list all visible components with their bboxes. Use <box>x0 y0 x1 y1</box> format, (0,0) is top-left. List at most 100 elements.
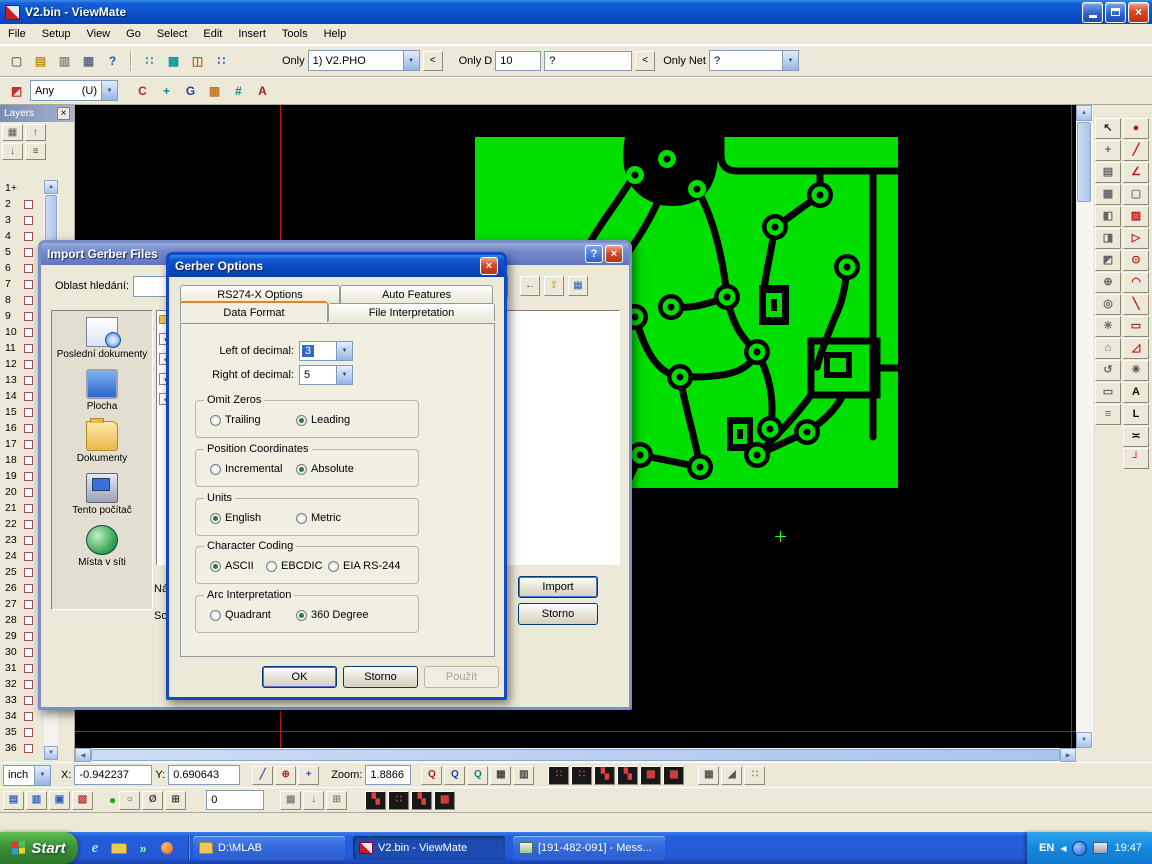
help-button[interactable]: ? <box>585 245 603 263</box>
start-button[interactable]: Start <box>0 832 78 864</box>
canvas-vscrollbar[interactable]: ▲ ▼ <box>1076 105 1092 748</box>
place-item[interactable]: Dokumenty <box>55 421 149 464</box>
y-coordinate-field[interactable]: 0.690643 <box>168 765 240 785</box>
import-button[interactable]: Import <box>518 576 598 598</box>
layer-visibility-box[interactable] <box>24 664 33 673</box>
layer-visibility-box[interactable] <box>24 648 33 657</box>
scroll-up-icon[interactable]: ▲ <box>44 180 58 194</box>
any-filter-combo[interactable]: Any (U) ▼ <box>30 80 118 101</box>
pattern-tool-icon[interactable]: ▩ <box>434 791 455 810</box>
tool-button[interactable]: ↺ <box>1095 360 1121 381</box>
tool-button[interactable]: ◨ <box>1095 228 1121 249</box>
dcode-display-icon[interactable]: ∷ <box>548 766 569 785</box>
status-tool-icon[interactable]: + <box>298 766 319 785</box>
tool-button[interactable]: ↖ <box>1095 118 1121 139</box>
layer-row[interactable]: 36 <box>0 740 44 756</box>
language-indicator[interactable]: EN <box>1039 842 1054 854</box>
x-coordinate-field[interactable]: -0.942237 <box>74 765 152 785</box>
menu-item[interactable]: Select <box>149 25 196 43</box>
dcode-query-input[interactable]: ? <box>544 51 632 71</box>
layer-visibility-box[interactable] <box>24 488 33 497</box>
chevron-down-icon[interactable]: ▼ <box>336 342 352 360</box>
dcode-display-icon[interactable]: ▦ <box>640 766 661 785</box>
radio-360-degree[interactable]: 360 Degree <box>296 609 369 621</box>
radio-absolute[interactable]: Absolute <box>296 463 354 475</box>
radio-quadrant[interactable]: Quadrant <box>210 609 271 621</box>
layers-tool-button[interactable]: ≡ <box>25 143 46 160</box>
radio-english[interactable]: English <box>210 512 261 524</box>
pattern-tool-icon[interactable]: ▚ <box>411 791 432 810</box>
layer-select-combo[interactable]: 1) V2.PHO ▼ <box>308 50 420 71</box>
tool-button[interactable]: ◠ <box>1123 272 1149 293</box>
refresh-arrows-icon[interactable]: » <box>134 839 152 857</box>
snap-tool-icon[interactable]: ⊞ <box>326 791 347 810</box>
menu-item[interactable]: Setup <box>34 25 79 43</box>
restore-button[interactable] <box>1105 2 1126 23</box>
dcode-display-icon[interactable]: ▩ <box>663 766 684 785</box>
tool-button[interactable]: ≡ <box>1095 404 1121 425</box>
filter-icon[interactable]: # <box>228 81 249 101</box>
scroll-thumb[interactable] <box>91 749 1060 761</box>
canvas-hscrollbar[interactable]: ◀ ▶ <box>75 748 1076 762</box>
chevron-down-icon[interactable]: ▼ <box>34 766 50 785</box>
chevron-down-icon[interactable]: ▼ <box>782 51 798 70</box>
tool-button[interactable]: L <box>1123 404 1149 425</box>
close-button[interactable]: × <box>1128 2 1149 23</box>
toolbar-icon[interactable]: ▦ <box>78 51 99 71</box>
internet-explorer-icon[interactable]: e <box>86 839 104 857</box>
layer-visibility-box[interactable] <box>24 536 33 545</box>
place-item[interactable]: Poslední dokumenty <box>55 317 149 360</box>
scroll-left-icon[interactable]: ◀ <box>75 748 91 762</box>
tool-button[interactable]: ◩ <box>1095 250 1121 271</box>
tool-button[interactable]: ╱ <box>1123 140 1149 161</box>
menu-item[interactable]: Edit <box>195 25 230 43</box>
browser-icon[interactable] <box>158 839 176 857</box>
tool-button[interactable]: ⊕ <box>1095 272 1121 293</box>
layer-visibility-box[interactable] <box>24 568 33 577</box>
tool-button[interactable]: ▭ <box>1095 382 1121 403</box>
toolbar-icon[interactable]: ∷ <box>211 51 232 71</box>
task-button[interactable]: V2.bin - ViewMate <box>353 836 505 860</box>
radio-incremental[interactable]: Incremental <box>210 463 282 475</box>
layer-tool-icon[interactable]: ▣ <box>49 791 70 810</box>
tool-button[interactable]: ∠ <box>1123 162 1149 183</box>
snap-tool-icon[interactable]: ▦ <box>280 791 301 810</box>
filter-icon[interactable]: + <box>156 81 177 101</box>
tool-button[interactable]: ⊙ <box>1123 250 1149 271</box>
filter-icon[interactable]: ▦ <box>204 81 225 101</box>
toolbar-icon[interactable]: ▢ <box>6 51 27 71</box>
only-net-label[interactable]: Only <box>663 55 686 67</box>
place-item[interactable]: Plocha <box>55 369 149 412</box>
toolbar-icon[interactable]: ▥ <box>54 51 75 71</box>
layer-visibility-box[interactable] <box>24 248 33 257</box>
layer-visibility-box[interactable] <box>24 296 33 305</box>
menu-item[interactable]: Insert <box>230 25 274 43</box>
zoom-tool-icon[interactable]: ▦ <box>490 766 511 785</box>
tool-button[interactable]: ✳ <box>1095 316 1121 337</box>
toolbar-icon[interactable]: ◫ <box>187 51 208 71</box>
tool-button[interactable]: ▭ <box>1123 316 1149 337</box>
filter-icon[interactable]: C <box>132 81 153 101</box>
radio-ascii[interactable]: ASCII <box>210 560 254 572</box>
left-of-decimal-combo[interactable]: 3 ▼ <box>299 341 353 361</box>
scroll-right-icon[interactable]: ▶ <box>1060 748 1076 762</box>
tab-auto-features[interactable]: Auto Features <box>340 285 493 303</box>
pattern-tool-icon[interactable]: ▚ <box>365 791 386 810</box>
radio-ebcdic[interactable]: EBCDIC <box>266 560 323 572</box>
layer-visibility-box[interactable] <box>24 680 33 689</box>
radio-metric[interactable]: Metric <box>296 512 341 524</box>
tool-button[interactable]: A <box>1123 382 1149 403</box>
layer-visibility-box[interactable] <box>24 504 33 513</box>
selection-mode-icon[interactable]: ◩ <box>6 81 27 101</box>
radio-trailing[interactable]: Trailing <box>210 414 261 426</box>
layer-visibility-box[interactable] <box>24 408 33 417</box>
radio-leading[interactable]: Leading <box>296 414 350 426</box>
filter-icon[interactable]: G <box>180 81 201 101</box>
tray-app-icon[interactable] <box>1072 841 1087 856</box>
dialog-toolbar-icon[interactable]: ▦ <box>568 276 588 296</box>
scroll-down-icon[interactable]: ▼ <box>44 746 58 760</box>
tab-data-format[interactable]: Data Format <box>180 301 328 322</box>
right-of-decimal-combo[interactable]: 5 ▼ <box>299 365 353 385</box>
menu-item[interactable]: File <box>0 25 34 43</box>
aperture-tool-icon[interactable]: Ø <box>142 791 163 810</box>
